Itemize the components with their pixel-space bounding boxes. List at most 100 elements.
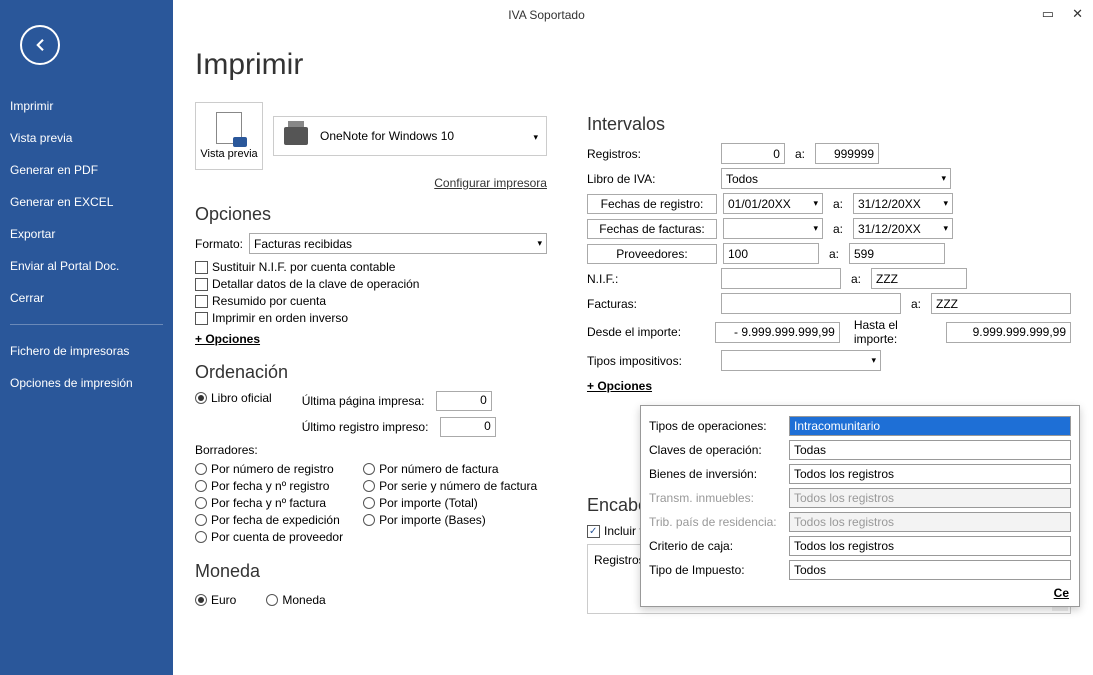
window-title: IVA Soportado	[508, 8, 585, 22]
chevron-down-icon	[943, 223, 948, 234]
fechas-registro-to[interactable]: 31/12/20XX	[853, 193, 953, 214]
page-title: Imprimir	[195, 48, 547, 82]
radio-importe-bases[interactable]	[363, 514, 375, 526]
printer-name: OneNote for Windows 10	[320, 129, 454, 143]
popup-bienes-field[interactable]: Todos los registros	[789, 464, 1071, 484]
fechas-registro-from-value: 01/01/20XX	[728, 197, 791, 211]
popup-criterio-field[interactable]: Todos los registros	[789, 536, 1071, 556]
fechas-facturas-to[interactable]: 31/12/20XX	[853, 218, 953, 239]
a-sep: a:	[847, 272, 865, 286]
registros-to-input[interactable]: 999999	[815, 143, 879, 164]
sidebar-item-enviar-portal[interactable]: Enviar al Portal Doc.	[0, 250, 173, 282]
sidebar-item-opciones-impresion[interactable]: Opciones de impresión	[0, 367, 173, 399]
radio-num-registro-label: Por número de registro	[211, 462, 334, 476]
tipos-impositivos-label: Tipos impositivos:	[587, 354, 715, 368]
proveedores-to-input[interactable]: 599	[849, 243, 945, 264]
borradores-label: Borradores:	[195, 443, 547, 457]
popup-cerrar-link[interactable]: Ce	[1054, 586, 1069, 600]
popup-tipos-operaciones-field[interactable]: Intracomunitario	[789, 416, 1071, 436]
radio-num-registro[interactable]	[195, 463, 207, 475]
ordenacion-heading: Ordenación	[195, 362, 547, 383]
sidebar-item-imprimir[interactable]: Imprimir	[0, 90, 173, 122]
popup-trib-label: Trib. país de residencia:	[649, 515, 789, 529]
sidebar-item-generar-pdf[interactable]: Generar en PDF	[0, 154, 173, 186]
popup-trib-field: Todos los registros	[789, 512, 1071, 532]
radio-cuenta-prov[interactable]	[195, 531, 207, 543]
facturas-from-input[interactable]	[721, 293, 901, 314]
intervalos-heading: Intervalos	[587, 114, 1071, 135]
window-close-icon[interactable]: ✕	[1072, 6, 1083, 22]
chk-inverso-label: Imprimir en orden inverso	[212, 311, 348, 325]
chk-sustituir-nif[interactable]	[195, 261, 208, 274]
sidebar-item-fichero-impresoras[interactable]: Fichero de impresoras	[0, 335, 173, 367]
opciones-plus-link[interactable]: + Opciones	[195, 332, 260, 346]
registros-from-input[interactable]: 0	[721, 143, 785, 164]
formato-value: Facturas recibidas	[254, 237, 352, 251]
fechas-registro-to-value: 31/12/20XX	[858, 197, 921, 211]
formato-label: Formato:	[195, 237, 243, 251]
chevron-down-icon	[871, 355, 876, 366]
hasta-importe-input[interactable]: 9.999.999.999,99	[946, 322, 1071, 343]
fechas-registro-from[interactable]: 01/01/20XX	[723, 193, 823, 214]
printer-dropdown[interactable]: OneNote for Windows 10	[273, 116, 547, 156]
radio-euro[interactable]	[195, 594, 207, 606]
back-button[interactable]	[20, 25, 60, 65]
fechas-registro-button[interactable]: Fechas de registro:	[587, 194, 717, 214]
popup-claves-field[interactable]: Todas	[789, 440, 1071, 460]
document-preview-icon	[216, 112, 242, 144]
configurar-impresora-link[interactable]: Configurar impresora	[195, 176, 547, 190]
sidebar: Imprimir Vista previa Generar en PDF Gen…	[0, 0, 173, 675]
proveedores-from-input[interactable]: 100	[723, 243, 819, 264]
sidebar-item-cerrar[interactable]: Cerrar	[0, 282, 173, 314]
a-sep: a:	[829, 222, 847, 236]
popup-claves-label: Claves de operación:	[649, 443, 789, 457]
radio-fecha-registro[interactable]	[195, 480, 207, 492]
radio-serie-factura[interactable]	[363, 480, 375, 492]
sidebar-item-generar-excel[interactable]: Generar en EXCEL	[0, 186, 173, 218]
proveedores-button[interactable]: Proveedores:	[587, 244, 717, 264]
window-maximize-icon[interactable]: ▭	[1042, 6, 1054, 22]
intervalos-plus-link[interactable]: + Opciones	[587, 379, 652, 393]
chk-detallar[interactable]	[195, 278, 208, 291]
libro-iva-dropdown[interactable]: Todos	[721, 168, 951, 189]
radio-moneda[interactable]	[266, 594, 278, 606]
radio-serie-factura-label: Por serie y número de factura	[379, 479, 537, 493]
sidebar-item-exportar[interactable]: Exportar	[0, 218, 173, 250]
tipos-impositivos-dropdown[interactable]	[721, 350, 881, 371]
libro-iva-value: Todos	[726, 172, 758, 186]
chk-sustituir-nif-label: Sustituir N.I.F. por cuenta contable	[212, 260, 395, 274]
radio-libro-oficial[interactable]	[195, 392, 207, 404]
fechas-facturas-button[interactable]: Fechas de facturas:	[587, 219, 717, 239]
chk-incluir-texto[interactable]	[587, 525, 600, 538]
ultimo-registro-input[interactable]: 0	[440, 417, 496, 437]
chevron-down-icon	[533, 129, 538, 143]
ultima-pagina-label: Última página impresa:	[302, 394, 425, 408]
radio-cuenta-prov-label: Por cuenta de proveedor	[211, 530, 343, 544]
radio-importe-bases-label: Por importe (Bases)	[379, 513, 486, 527]
libro-oficial-label: Libro oficial	[211, 391, 272, 405]
a-sep: a:	[825, 247, 843, 261]
radio-fecha-factura[interactable]	[195, 497, 207, 509]
chk-detallar-label: Detallar datos de la clave de operación	[212, 277, 419, 291]
vista-previa-button[interactable]: Vista previa	[195, 102, 263, 170]
ultima-pagina-input[interactable]: 0	[436, 391, 492, 411]
radio-num-factura-label: Por número de factura	[379, 462, 498, 476]
chevron-down-icon	[813, 198, 818, 209]
popup-tipo-impuesto-field[interactable]: Todos	[789, 560, 1071, 580]
sidebar-item-vista-previa[interactable]: Vista previa	[0, 122, 173, 154]
radio-fecha-exped[interactable]	[195, 514, 207, 526]
moneda-heading: Moneda	[195, 561, 547, 582]
chk-resumido[interactable]	[195, 295, 208, 308]
desde-importe-input[interactable]: - 9.999.999.999,99	[715, 322, 840, 343]
radio-importe-total[interactable]	[363, 497, 375, 509]
formato-dropdown[interactable]: Facturas recibidas	[249, 233, 547, 254]
facturas-to-input[interactable]: ZZZ	[931, 293, 1071, 314]
fechas-facturas-from[interactable]	[723, 218, 823, 239]
radio-num-factura[interactable]	[363, 463, 375, 475]
radio-euro-label: Euro	[211, 593, 236, 607]
chk-inverso[interactable]	[195, 312, 208, 325]
nif-to-input[interactable]: ZZZ	[871, 268, 967, 289]
hasta-importe-label: Hasta el importe:	[854, 318, 941, 346]
nif-from-input[interactable]	[721, 268, 841, 289]
popup-tipos-operaciones-label: Tipos de operaciones:	[649, 419, 789, 433]
